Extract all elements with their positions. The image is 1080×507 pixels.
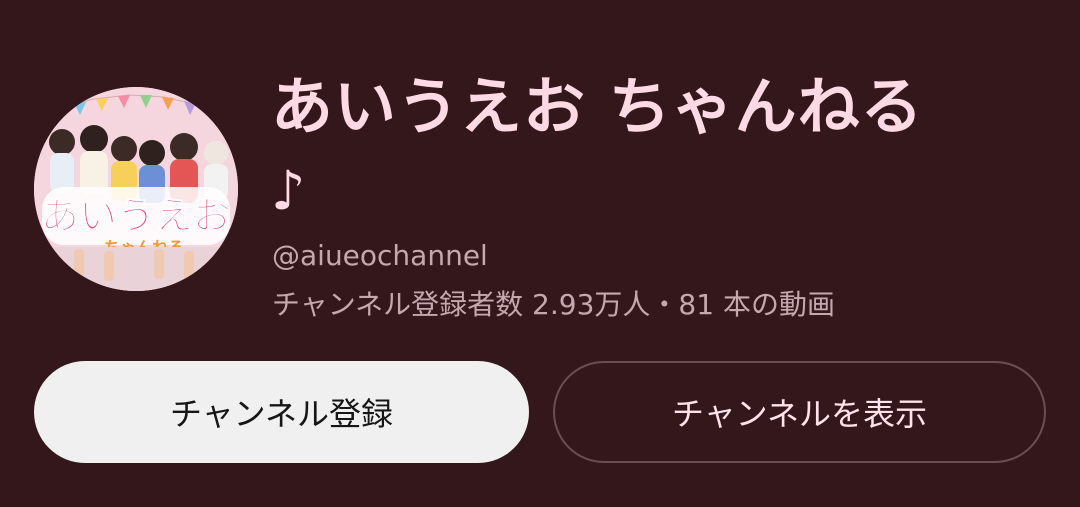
channel-handle: @aiueochannel (272, 239, 488, 272)
stats-separator: ・ (650, 288, 679, 321)
channel-name: あいうえお ちゃんねる (271, 70, 924, 143)
channel-stats: チャンネル登録者数 2.93万人・81 本の動画 (272, 286, 835, 324)
video-count: 81 本の動画 (678, 288, 835, 321)
channel-title: あいうえお ちゃんねる ♪ (271, 62, 1051, 230)
avatar-logo-text: あいうえお (41, 194, 231, 238)
view-channel-button-label: チャンネルを表示 (671, 395, 928, 433)
channel-avatar[interactable]: あいうえお ちゃんねる (34, 87, 238, 291)
subscriber-count: チャンネル登録者数 2.93万人 (272, 288, 651, 321)
subscribe-button-label: チャンネル登録 (169, 395, 394, 433)
channel-name-suffix: ♪ (271, 159, 307, 222)
avatar-image: あいうえお ちゃんねる (34, 87, 238, 291)
subscribe-button[interactable]: チャンネル登録 (34, 361, 529, 463)
view-channel-button[interactable]: チャンネルを表示 (553, 361, 1046, 463)
